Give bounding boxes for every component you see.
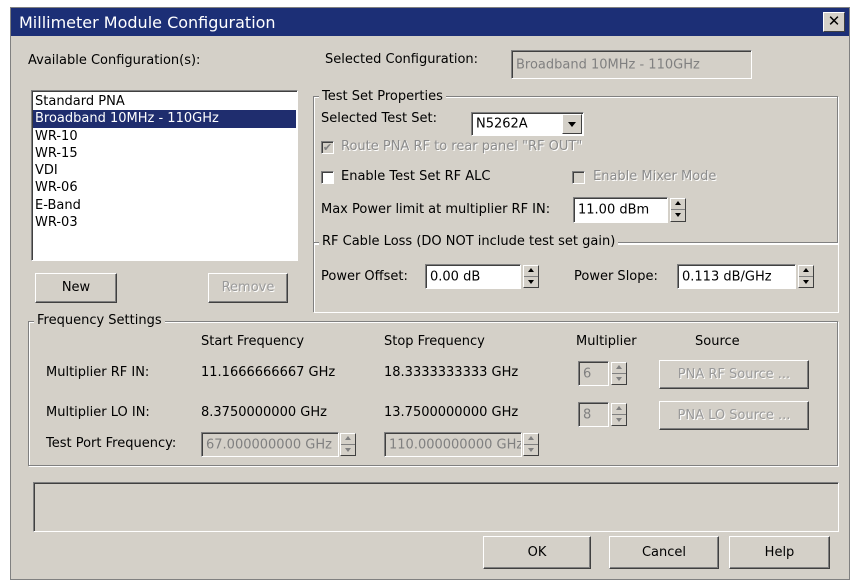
pna-lo-source-button[interactable]: PNA LO Source ... [659,401,809,430]
spin-down-icon[interactable] [671,210,685,221]
pna-rf-source-button[interactable]: PNA RF Source ... [659,360,809,389]
spin-up-icon[interactable] [671,199,685,210]
power-offset-label: Power Offset: [321,269,408,284]
max-power-field[interactable]: 11.00 dBm [573,197,668,223]
max-power-value: 11.00 dBm [578,202,650,218]
spin-up-icon[interactable] [341,434,355,445]
stop-frequency-header: Stop Frequency [384,334,485,349]
list-item[interactable]: VDI [33,162,296,179]
lo-in-start-frequency: 8.3750000000 GHz [201,405,327,420]
spin-down-icon[interactable] [524,445,538,456]
remove-button[interactable]: Remove [208,273,288,303]
power-slope-spinner[interactable] [798,265,814,288]
spin-down-icon[interactable] [341,445,355,456]
rf-in-start-frequency: 11.1666666667 GHz [201,365,336,380]
spin-up-icon[interactable] [612,404,626,415]
power-offset-field[interactable]: 0.00 dB [425,264,521,289]
configuration-list[interactable]: Standard PNA Broadband 10MHz - 110GHz WR-1… [31,90,298,261]
lo-in-multiplier-spinner[interactable] [611,403,627,426]
route-rf-label: Route PNA RF to rear panel "RF OUT" [341,139,583,154]
selected-configuration-field: Broadband 10MHz - 110GHz [511,50,752,79]
max-power-spinner[interactable] [670,198,686,222]
enable-rf-alc-checkbox[interactable] [321,171,334,184]
power-slope-value: 0.113 dB/GHz [682,269,772,284]
spin-up-icon[interactable] [612,363,626,374]
power-slope-field[interactable]: 0.113 dB/GHz [677,264,796,289]
power-slope-label: Power Slope: [574,269,658,284]
status-panel [33,482,839,532]
power-offset-spinner[interactable] [523,265,539,288]
spin-up-icon[interactable] [524,266,538,277]
rf-in-stop-frequency: 18.3333333333 GHz [384,365,519,380]
test-port-start-spinner[interactable] [340,433,356,456]
test-port-stop-spinner[interactable] [523,433,539,456]
selected-configuration-value: Broadband 10MHz - 110GHz [516,57,700,72]
multiplier-rf-in-label: Multiplier RF IN: [46,365,150,380]
lo-in-multiplier-field[interactable]: 8 [578,402,609,427]
enable-mixer-mode-label: Enable Mixer Mode [593,169,717,184]
spin-down-icon[interactable] [612,415,626,426]
spin-down-icon[interactable] [524,277,538,288]
selected-configuration-label: Selected Configuration: [325,52,479,67]
source-header: Source [695,334,740,349]
start-frequency-header: Start Frequency [201,334,305,349]
list-item[interactable]: WR-03 [33,214,296,231]
rf-in-multiplier-spinner[interactable] [611,362,627,385]
route-rf-checkbox[interactable]: ✔ [321,141,334,154]
multiplier-lo-in-label: Multiplier LO IN: [46,405,150,420]
list-item[interactable]: WR-15 [33,145,296,162]
cancel-button[interactable]: Cancel [609,536,719,569]
frequency-settings-title: Frequency Settings [34,313,165,328]
enable-mixer-mode-checkbox[interactable] [572,171,585,184]
chevron-down-icon[interactable] [562,114,582,134]
spin-up-icon[interactable] [524,434,538,445]
list-item[interactable]: WR-10 [33,128,296,145]
test-set-value: N5262A [476,116,528,132]
power-offset-value: 0.00 dB [430,269,481,284]
spin-down-icon[interactable] [799,277,813,288]
title-bar: Millimeter Module Configuration ✕ [11,8,849,36]
rf-in-multiplier-field[interactable]: 6 [578,361,609,386]
lo-in-stop-frequency: 13.7500000000 GHz [384,405,519,420]
list-item[interactable]: Standard PNA [33,93,296,110]
ok-button[interactable]: OK [483,536,591,569]
rf-cable-loss-title: RF Cable Loss (DO NOT include test set g… [319,234,619,249]
dialog-window: Millimeter Module Configuration ✕ Availa… [10,7,850,580]
test-port-frequency-label: Test Port Frequency: [46,436,177,451]
available-configurations-label: Available Configuration(s): [28,53,201,68]
new-button[interactable]: New [35,273,117,303]
close-button[interactable]: ✕ [823,12,845,32]
window-title: Millimeter Module Configuration [19,13,276,32]
test-port-start-field[interactable]: 67.000000000 GHz [201,432,339,457]
list-item[interactable]: WR-06 [33,179,296,196]
list-item[interactable]: E-Band [33,197,296,214]
test-set-properties-title: Test Set Properties [319,89,446,104]
test-set-dropdown[interactable]: N5262A [471,112,584,136]
spin-up-icon[interactable] [799,266,813,277]
max-power-label: Max Power limit at multiplier RF IN: [321,202,551,217]
test-port-stop-value: 110.000000000 GHz [389,437,522,452]
test-port-stop-field[interactable]: 110.000000000 GHz [384,432,522,457]
help-button[interactable]: Help [729,536,830,569]
lo-in-multiplier-value: 8 [583,407,592,422]
list-item[interactable]: Broadband 10MHz - 110GHz [33,110,296,128]
selected-test-set-label: Selected Test Set: [321,111,437,126]
multiplier-header: Multiplier [576,334,637,349]
test-port-start-value: 67.000000000 GHz [206,437,332,452]
rf-in-multiplier-value: 6 [583,366,592,381]
enable-rf-alc-label: Enable Test Set RF ALC [341,169,491,184]
spin-down-icon[interactable] [612,374,626,385]
